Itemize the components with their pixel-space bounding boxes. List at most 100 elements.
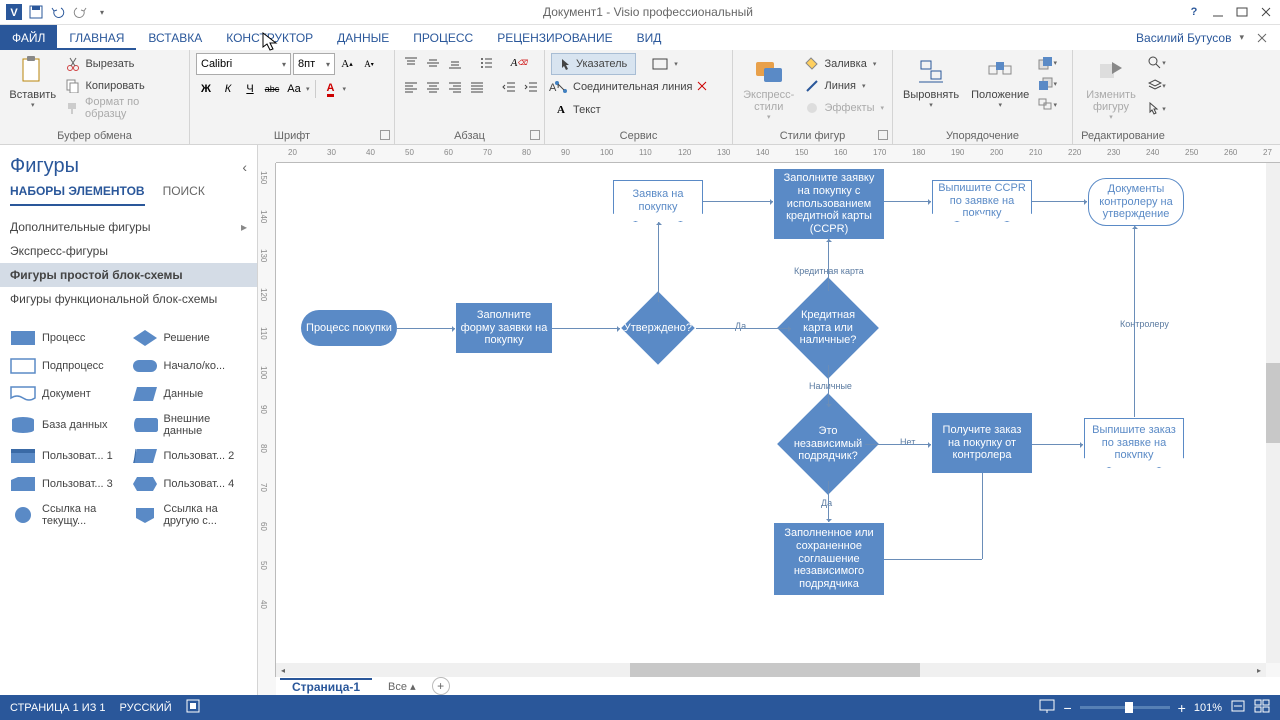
- shape-custom4[interactable]: Пользоват... 4: [130, 471, 250, 497]
- shapes-collapse-button[interactable]: ‹: [242, 159, 247, 175]
- fill-button[interactable]: Заливка▾: [802, 53, 886, 75]
- shape-custom2[interactable]: Пользоват... 2: [130, 443, 250, 469]
- presentation-icon[interactable]: [1039, 699, 1055, 716]
- quick-styles-button[interactable]: Экспресс-стили ▾: [739, 53, 798, 123]
- align-button[interactable]: Выровнять▾: [899, 53, 963, 111]
- zoom-out-button[interactable]: −: [1063, 700, 1071, 716]
- fc-docs[interactable]: Документы контролеру на утверждение: [1088, 178, 1184, 226]
- zoom-in-button[interactable]: +: [1178, 700, 1186, 716]
- shape-database[interactable]: База данных: [8, 409, 128, 441]
- group-button[interactable]: ▾: [1037, 95, 1057, 115]
- bold-button[interactable]: Ж: [196, 79, 216, 99]
- page-add-button[interactable]: +: [432, 677, 450, 695]
- font-color-button[interactable]: A: [321, 79, 341, 99]
- paragraph-dialog-launcher[interactable]: [530, 130, 540, 140]
- justify-button[interactable]: [467, 77, 487, 97]
- scrollbar-vertical[interactable]: [1266, 163, 1280, 663]
- shape-decision[interactable]: Решение: [130, 325, 250, 351]
- rect-tool-button[interactable]: [650, 54, 670, 74]
- shape-refother[interactable]: Ссылка на другую с...: [130, 499, 250, 531]
- fc-order[interactable]: Получите заказ на покупку от контролера: [932, 413, 1032, 473]
- stencil-basic[interactable]: Фигуры простой блок-схемы: [0, 263, 257, 287]
- fc-agreement[interactable]: Заполненное или сохраненное соглашение н…: [774, 523, 884, 595]
- select-button[interactable]: ▾: [1147, 99, 1167, 119]
- align-middle-button[interactable]: [423, 53, 443, 73]
- help-icon[interactable]: ?: [1184, 2, 1204, 22]
- fc-orderdoc[interactable]: Выпишите заказ по заявке на покупку: [1084, 418, 1184, 468]
- case-button[interactable]: Aa: [284, 79, 304, 99]
- fit-width-icon[interactable]: [1230, 699, 1246, 716]
- canvas[interactable]: Процесс покупки Заполните форму заявки н…: [276, 163, 1266, 663]
- strike-button[interactable]: abc: [262, 79, 282, 99]
- stencil-func[interactable]: Фигуры функциональной блок-схемы: [0, 287, 257, 311]
- status-lang[interactable]: РУССКИЙ: [120, 702, 172, 714]
- user-name[interactable]: Василий Бутусов: [1136, 31, 1231, 45]
- fc-approved[interactable]: Утверждено?: [621, 291, 695, 365]
- bullets-button[interactable]: [477, 53, 497, 73]
- save-icon[interactable]: [26, 2, 46, 22]
- italic-button[interactable]: К: [218, 79, 238, 99]
- pointer-tool-button[interactable]: Указатель: [551, 53, 636, 75]
- styles-dialog-launcher[interactable]: [878, 130, 888, 140]
- zoom-value[interactable]: 101%: [1194, 702, 1222, 714]
- grow-font-button[interactable]: A▴: [337, 54, 357, 74]
- clear-format-button[interactable]: A⌫: [509, 53, 529, 73]
- fc-ccpr[interactable]: Заполните заявку на покупку с использова…: [774, 169, 884, 239]
- fc-start[interactable]: Процесс покупки: [301, 310, 397, 346]
- redo-icon[interactable]: [70, 2, 90, 22]
- page-tab-1[interactable]: Страница-1: [280, 678, 372, 694]
- stencil-more[interactable]: Дополнительные фигуры: [0, 215, 257, 239]
- find-button[interactable]: ▾: [1147, 53, 1167, 73]
- shape-refcur[interactable]: Ссылка на текущу...: [8, 499, 128, 531]
- shape-subprocess[interactable]: Подпроцесс: [8, 353, 128, 379]
- layers-button[interactable]: ▾: [1147, 76, 1167, 96]
- close-button[interactable]: [1256, 2, 1276, 22]
- fc-reqdoc[interactable]: Заявка на покупку: [613, 180, 703, 222]
- shape-process[interactable]: Процесс: [8, 325, 128, 351]
- connector-tool-button[interactable]: Соединительная линия: [551, 76, 710, 98]
- zoom-slider[interactable]: [1080, 706, 1170, 709]
- copy-button[interactable]: Копировать: [63, 75, 183, 97]
- size-combo[interactable]: 8пт▾: [293, 53, 335, 75]
- scrollbar-horizontal[interactable]: ◂▸: [276, 663, 1266, 677]
- tab-home[interactable]: ГЛАВНАЯ: [57, 25, 136, 50]
- maximize-button[interactable]: [1232, 2, 1252, 22]
- effects-button[interactable]: Эффекты▾: [802, 97, 886, 119]
- line-button[interactable]: Линия▾: [802, 75, 886, 97]
- tab-insert[interactable]: ВСТАВКА: [136, 25, 214, 50]
- shape-custom3[interactable]: Пользоват... 3: [8, 471, 128, 497]
- page-all-button[interactable]: Все ▴: [380, 680, 424, 693]
- align-left-button[interactable]: [401, 77, 421, 97]
- shrink-font-button[interactable]: A▾: [359, 54, 379, 74]
- fit-window-icon[interactable]: [1254, 699, 1270, 716]
- format-painter-button[interactable]: Формат по образцу: [63, 97, 183, 119]
- shapes-tab-search[interactable]: ПОИСК: [163, 184, 205, 206]
- stencil-quick[interactable]: Экспресс-фигуры: [0, 239, 257, 263]
- shape-data[interactable]: Данные: [130, 381, 250, 407]
- change-shape-button[interactable]: Изменить фигуру▾: [1079, 53, 1143, 123]
- close-doc-button[interactable]: [1252, 28, 1272, 48]
- font-dialog-launcher[interactable]: [380, 130, 390, 140]
- underline-button[interactable]: Ч: [240, 79, 260, 99]
- align-bottom-button[interactable]: [445, 53, 465, 73]
- shapes-tab-sets[interactable]: НАБОРЫ ЭЛЕМЕНТОВ: [10, 184, 145, 206]
- fc-form[interactable]: Заполните форму заявки на покупку: [456, 303, 552, 353]
- shape-startend[interactable]: Начало/ко...: [130, 353, 250, 379]
- undo-icon[interactable]: [48, 2, 68, 22]
- shape-document[interactable]: Документ: [8, 381, 128, 407]
- qat-dropdown-icon[interactable]: ▾: [92, 2, 112, 22]
- font-combo[interactable]: Calibri▾: [196, 53, 291, 75]
- minimize-button[interactable]: [1208, 2, 1228, 22]
- align-top-button[interactable]: [401, 53, 421, 73]
- position-button[interactable]: Положение▾: [967, 53, 1033, 111]
- tab-view[interactable]: ВИД: [625, 25, 674, 50]
- align-right-button[interactable]: [445, 77, 465, 97]
- status-page[interactable]: СТРАНИЦА 1 ИЗ 1: [10, 702, 106, 714]
- shape-extdata[interactable]: Внешние данные: [130, 409, 250, 441]
- send-back-button[interactable]: ▾: [1037, 74, 1057, 94]
- tab-data[interactable]: ДАННЫЕ: [325, 25, 401, 50]
- tab-file[interactable]: ФАЙЛ: [0, 25, 57, 50]
- align-center-button[interactable]: [423, 77, 443, 97]
- tab-process[interactable]: ПРОЦЕСС: [401, 25, 485, 50]
- bring-front-button[interactable]: ▾: [1037, 53, 1057, 73]
